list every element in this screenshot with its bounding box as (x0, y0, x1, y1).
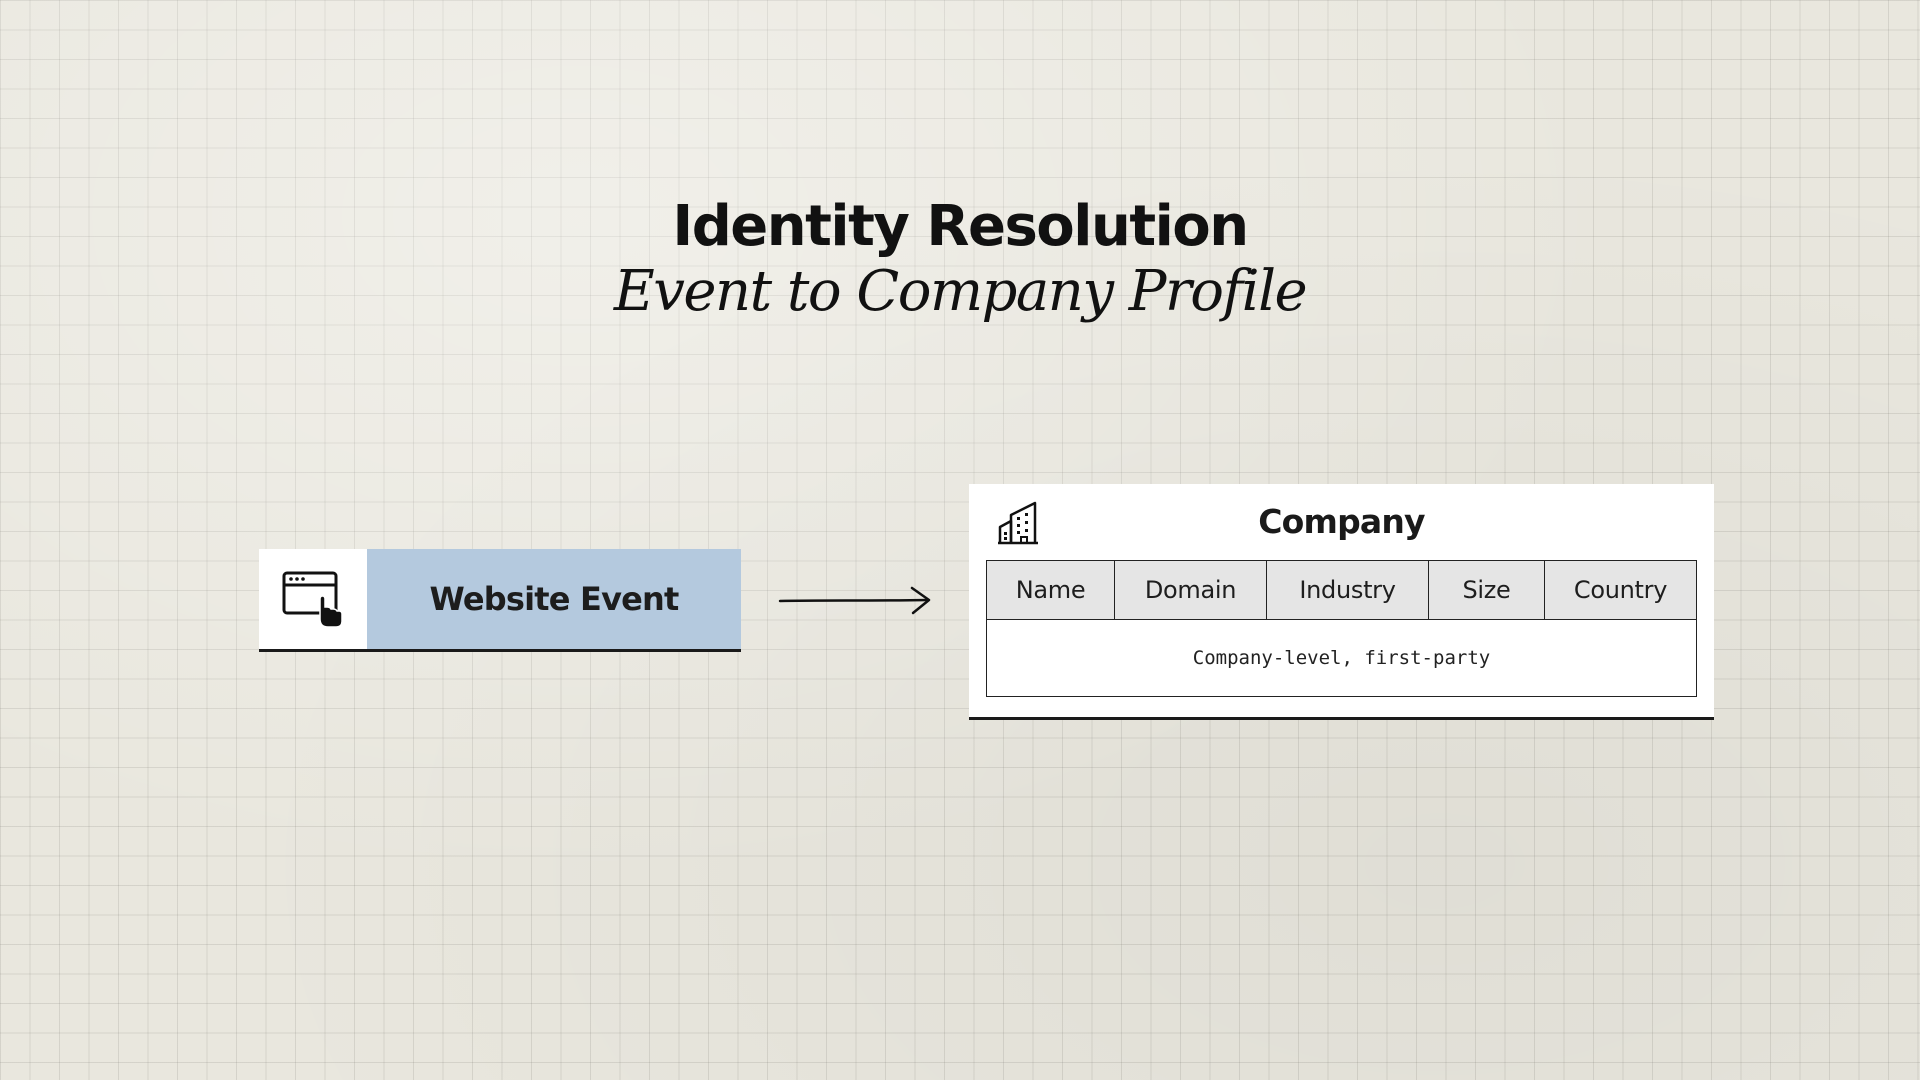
column-header-industry: Industry (1267, 561, 1429, 619)
table-note-row: Company-level, first-party (1192, 647, 1491, 669)
page-subtitle: Event to Company Profile (613, 259, 1308, 324)
column-header-name: Name (987, 561, 1115, 619)
website-event-card: Website Event (259, 549, 741, 652)
arrow-right-icon (778, 586, 931, 615)
company-profile-card: Company Name Domain Industry Size Countr… (969, 484, 1714, 720)
table-header-row: Name Domain Industry Size Country (987, 561, 1696, 620)
website-event-label: Website Event (367, 549, 741, 649)
company-fields-table: Name Domain Industry Size Country Compan… (986, 560, 1697, 697)
column-header-domain: Domain (1115, 561, 1267, 619)
title-block: Identity Resolution Event to Company Pro… (0, 192, 1920, 322)
event-icon-box (259, 549, 367, 649)
company-title: Company (1258, 502, 1425, 541)
browser-click-icon (282, 571, 343, 628)
column-header-size: Size (1429, 561, 1545, 619)
column-header-country: Country (1573, 576, 1668, 604)
page-title: Identity Resolution (672, 194, 1249, 259)
